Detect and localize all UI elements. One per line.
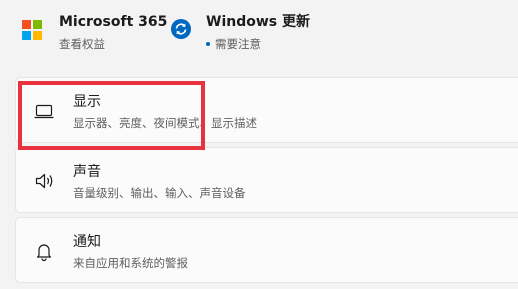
display-label: 显示 (73, 94, 101, 110)
microsoft365-subtitle: 查看权益 (59, 37, 105, 51)
sound-label: 声音 (73, 164, 101, 180)
windows-update-tile[interactable]: Windows 更新 需要注意 (170, 12, 310, 52)
attention-dot-icon (206, 41, 210, 46)
display-description: 显示器、亮度、夜间模式、显示描述 (73, 116, 257, 130)
notifications-label: 通知 (73, 234, 101, 250)
monitor-icon (34, 104, 54, 119)
top-summary-bar: Microsoft 365 查看权益 Windows 更新 需要注意 (0, 0, 518, 66)
microsoft-logo-icon (22, 20, 42, 40)
windows-update-subtitle: 需要注意 (215, 37, 261, 51)
notifications-description: 来自应用和系统的警报 (73, 256, 188, 270)
microsoft365-tile[interactable]: Microsoft 365 查看权益 (22, 12, 167, 52)
sound-description: 音量级别、输出、输入、声音设备 (73, 186, 246, 200)
settings-item-notifications[interactable]: 通知 来自应用和系统的警报 (15, 217, 518, 283)
bell-icon (36, 244, 52, 262)
microsoft365-title: Microsoft 365 (59, 14, 168, 30)
settings-item-display[interactable]: 显示 显示器、亮度、夜间模式、显示描述 (15, 77, 518, 143)
sync-icon (171, 19, 191, 39)
windows-update-status: 需要注意 (206, 36, 310, 52)
windows-update-title: Windows 更新 (206, 14, 310, 30)
settings-item-sound[interactable]: 声音 音量级别、输出、输入、声音设备 (15, 147, 518, 213)
speaker-icon (35, 173, 53, 189)
